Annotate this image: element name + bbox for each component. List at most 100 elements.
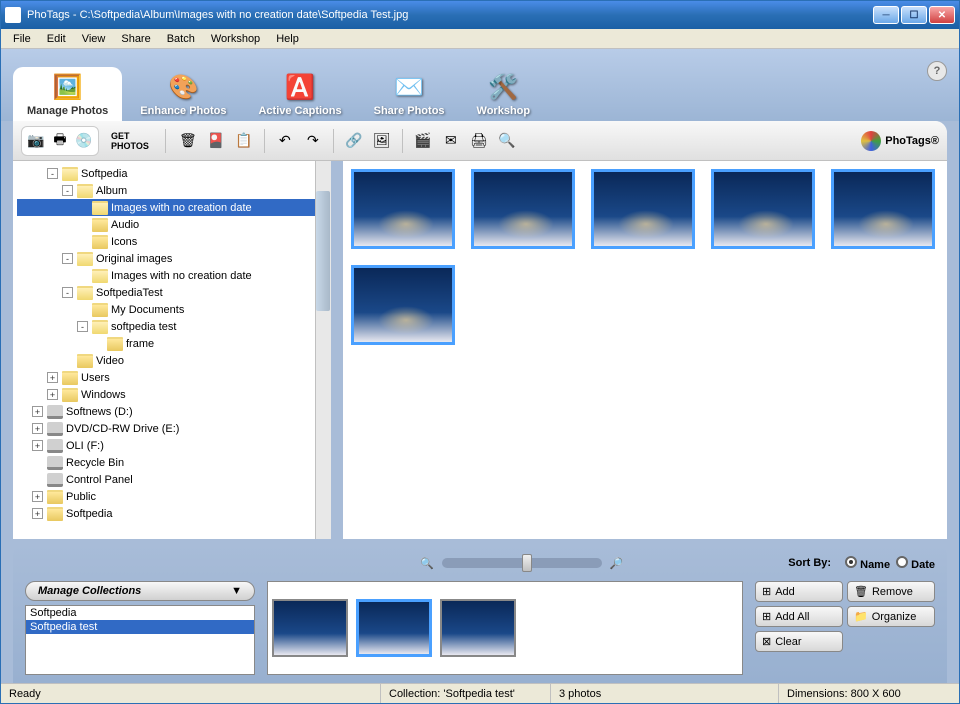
thumbnail[interactable] — [471, 169, 575, 249]
remove-button[interactable]: 🗑Remove — [847, 581, 935, 602]
tree-item[interactable]: Recycle Bin — [17, 454, 327, 471]
tree-scrollbar[interactable] — [315, 161, 331, 539]
menu-file[interactable]: File — [5, 31, 39, 47]
tree-toggle[interactable]: + — [32, 423, 43, 434]
menu-edit[interactable]: Edit — [39, 31, 74, 47]
tree-label: Images with no creation date — [111, 270, 252, 282]
organize-button[interactable]: 📁Organize — [847, 606, 935, 627]
minimize-button[interactable]: ─ — [873, 6, 899, 24]
tree-toggle[interactable]: + — [32, 406, 43, 417]
strip-thumbnail[interactable] — [440, 599, 516, 657]
drive-icon — [47, 473, 63, 487]
help-button[interactable]: ? — [927, 61, 947, 81]
tree-item[interactable]: Icons — [17, 233, 327, 250]
tree-item[interactable]: Control Panel — [17, 471, 327, 488]
toolbar-btn-7[interactable]: 🎬 — [411, 129, 435, 153]
tree-item[interactable]: -SoftpediaTest — [17, 284, 327, 301]
tab-icon: 🖼️ — [50, 71, 86, 103]
tree-item[interactable]: +DVD/CD-RW Drive (E:) — [17, 420, 327, 437]
strip-thumbnail[interactable] — [356, 599, 432, 657]
toolbar-btn-10[interactable]: 🔍 — [495, 129, 519, 153]
zoom-out-icon[interactable]: 🔍 — [420, 557, 434, 570]
tree-toggle[interactable]: - — [62, 253, 73, 264]
toolbar-btn-0[interactable]: 🗑 — [176, 129, 200, 153]
zoom-slider[interactable] — [442, 558, 602, 568]
tree-label: My Documents — [111, 304, 184, 316]
toolbar-btn-1[interactable]: 🎴 — [204, 129, 228, 153]
tab-workshop[interactable]: 🛠️Workshop — [463, 67, 545, 121]
clear-button[interactable]: ⊠Clear — [755, 631, 843, 652]
tree-toggle[interactable]: - — [62, 185, 73, 196]
add-button[interactable]: ⊞Add — [755, 581, 843, 602]
menu-help[interactable]: Help — [268, 31, 307, 47]
thumbnail[interactable] — [711, 169, 815, 249]
thumbnail[interactable] — [831, 169, 935, 249]
radio-icon — [896, 556, 908, 568]
tree-toggle[interactable]: - — [77, 321, 88, 332]
manage-collections-dropdown[interactable]: Manage Collections▼ — [25, 581, 255, 601]
menu-share[interactable]: Share — [113, 31, 158, 47]
source-btn-2[interactable]: 💿 — [72, 129, 96, 153]
tree-toggle[interactable]: + — [32, 508, 43, 519]
toolbar-btn-3[interactable]: ↶ — [273, 129, 297, 153]
tree-item[interactable]: My Documents — [17, 301, 327, 318]
tree-item[interactable]: frame — [17, 335, 327, 352]
tree-item[interactable]: Audio — [17, 216, 327, 233]
collection-item[interactable]: Softpedia test — [26, 620, 254, 634]
tree-item[interactable]: Images with no creation date — [17, 199, 327, 216]
toolbar-btn-8[interactable]: ✉ — [439, 129, 463, 153]
tree-toggle[interactable]: + — [47, 389, 58, 400]
brand-icon — [861, 131, 881, 151]
tree-item[interactable]: -Album — [17, 182, 327, 199]
toolbar-btn-9[interactable]: 🖨 — [467, 129, 491, 153]
tree-item[interactable]: Images with no creation date — [17, 267, 327, 284]
menu-batch[interactable]: Batch — [159, 31, 203, 47]
tab-active-captions[interactable]: 🅰️Active Captions — [244, 67, 355, 121]
folder-tree[interactable]: -Softpedia-AlbumImages with no creation … — [13, 161, 343, 539]
tree-toggle[interactable]: - — [47, 168, 58, 179]
menu-workshop[interactable]: Workshop — [203, 31, 268, 47]
tree-label: Icons — [111, 236, 137, 248]
tree-item[interactable]: Video — [17, 352, 327, 369]
tree-item[interactable]: -Original images — [17, 250, 327, 267]
add-all-button[interactable]: ⊞Add All — [755, 606, 843, 627]
tree-toggle[interactable]: - — [62, 287, 73, 298]
tree-item[interactable]: +Softpedia — [17, 505, 327, 522]
toolbar-btn-6[interactable]: 🖼 — [370, 129, 394, 153]
menu-view[interactable]: View — [74, 31, 114, 47]
toolbar-btn-5[interactable]: 🔗 — [342, 129, 366, 153]
tree-item[interactable]: +Public — [17, 488, 327, 505]
tab-enhance-photos[interactable]: 🎨Enhance Photos — [126, 67, 240, 121]
source-btn-0[interactable]: 📷 — [24, 129, 48, 153]
tree-item[interactable]: -softpedia test — [17, 318, 327, 335]
folder-icon — [77, 354, 93, 368]
toolbar-btn-4[interactable]: ↷ — [301, 129, 325, 153]
collections-list[interactable]: SoftpediaSoftpedia test — [25, 605, 255, 675]
source-btn-1[interactable]: 🖶 — [48, 129, 72, 153]
zoom-in-icon[interactable]: 🔎 — [610, 557, 624, 570]
thumbnail[interactable] — [351, 265, 455, 345]
btn-icon: ⊞ — [762, 610, 771, 623]
tree-item[interactable]: +Windows — [17, 386, 327, 403]
tree-item[interactable]: -Softpedia — [17, 165, 327, 182]
thumbnail[interactable] — [591, 169, 695, 249]
folder-icon — [92, 235, 108, 249]
tab-manage-photos[interactable]: 🖼️Manage Photos — [13, 67, 122, 121]
toolbar-btn-2[interactable]: 📋 — [232, 129, 256, 153]
thumbnail[interactable] — [351, 169, 455, 249]
tree-toggle[interactable]: + — [32, 440, 43, 451]
tree-toggle[interactable]: + — [32, 491, 43, 502]
collection-item[interactable]: Softpedia — [26, 606, 254, 620]
btn-icon: 📁 — [854, 610, 868, 623]
sort-option-date[interactable]: Date — [896, 559, 935, 571]
tree-toggle[interactable]: + — [47, 372, 58, 383]
sort-option-name[interactable]: Name — [845, 559, 890, 571]
get-photos-button[interactable]: GET PHOTOS — [105, 131, 155, 151]
tree-item[interactable]: +OLI (F:) — [17, 437, 327, 454]
tab-share-photos[interactable]: ✉️Share Photos — [360, 67, 459, 121]
close-button[interactable]: ✕ — [929, 6, 955, 24]
tree-item[interactable]: +Users — [17, 369, 327, 386]
strip-thumbnail[interactable] — [272, 599, 348, 657]
maximize-button[interactable]: ☐ — [901, 6, 927, 24]
tree-item[interactable]: +Softnews (D:) — [17, 403, 327, 420]
